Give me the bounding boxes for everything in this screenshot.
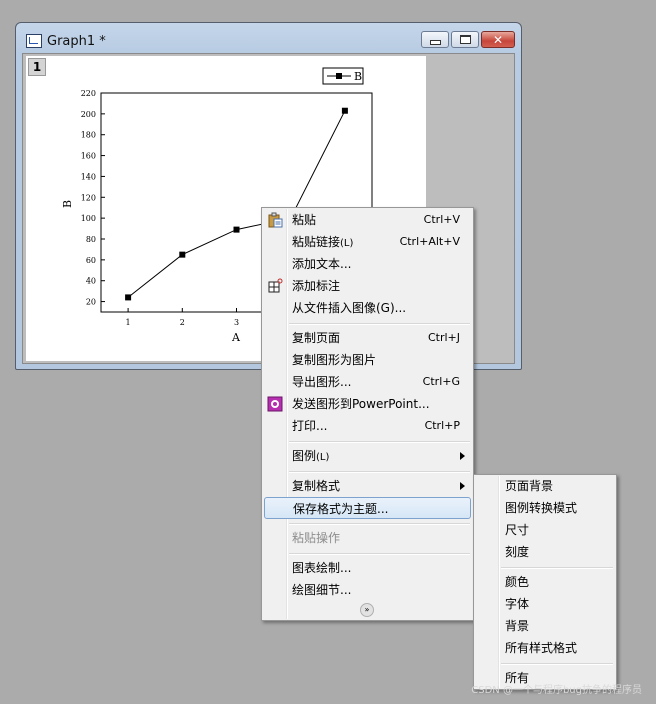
x-tick-label: 1 — [126, 318, 131, 327]
menu-separator — [289, 441, 470, 443]
submenu-item-all-style-formats[interactable]: 所有样式格式 — [476, 637, 614, 659]
maximize-icon — [459, 35, 471, 44]
menu-item-copy-format[interactable]: 复制格式 — [264, 475, 471, 497]
menu-item-add-text[interactable]: 添加文本... — [264, 253, 471, 275]
y-tick-label: 60 — [86, 256, 96, 265]
menu-separator — [289, 553, 470, 555]
menu-item-save-format-as-theme[interactable]: 保存格式为主题... — [264, 497, 471, 519]
legend[interactable]: B — [322, 67, 364, 85]
submenu-arrow-icon — [460, 452, 465, 460]
menu-item-plot-setup[interactable]: 图表绘制... — [264, 557, 471, 579]
submenu-item-scale[interactable]: 刻度 — [476, 541, 614, 563]
expand-more-icon[interactable]: » — [360, 603, 374, 617]
y-tick-label: 80 — [86, 235, 96, 244]
paste-icon — [268, 212, 283, 228]
graph-window-icon[interactable] — [26, 34, 42, 48]
layer-tab[interactable]: 1 — [28, 58, 46, 76]
context-menu: 粘贴 Ctrl+V 粘贴链接(L) Ctrl+Alt+V 添加文本... 添加标… — [261, 207, 474, 621]
menu-item-plot-details[interactable]: 绘图细节... — [264, 579, 471, 601]
minimize-button[interactable] — [421, 31, 449, 48]
submenu-arrow-icon — [460, 482, 465, 490]
y-tick-label: 220 — [81, 89, 96, 98]
menu-item-paste[interactable]: 粘贴 Ctrl+V — [264, 209, 471, 231]
y-tick-label: 160 — [81, 152, 96, 161]
window-title: Graph1 * — [47, 33, 106, 49]
submenu-item-size[interactable]: 尺寸 — [476, 519, 614, 541]
menu-item-export-graph[interactable]: 导出图形... Ctrl+G — [264, 371, 471, 393]
window-controls: ✕ — [419, 31, 515, 48]
menu-item-print[interactable]: 打印... Ctrl+P — [264, 415, 471, 437]
close-icon: ✕ — [492, 32, 504, 47]
menu-separator — [289, 323, 470, 325]
menu-item-legend[interactable]: 图例(L) — [264, 445, 471, 467]
submenu-item-background[interactable]: 背景 — [476, 615, 614, 637]
menu-item-copy-as-picture[interactable]: 复制图形为图片 — [264, 349, 471, 371]
y-tick-label: 20 — [86, 298, 96, 307]
menu-item-add-annotation[interactable]: 添加标注 — [264, 275, 471, 297]
watermark: CSDN @一个与程序bug抗争的程序员 — [471, 685, 642, 696]
submenu-item-color[interactable]: 颜色 — [476, 571, 614, 593]
menu-separator — [289, 471, 470, 473]
menu-item-send-to-powerpoint[interactable]: 发送图形到PowerPoint... — [264, 393, 471, 415]
submenu-item-legend-mode[interactable]: 图例转换模式 — [476, 497, 614, 519]
menu-separator — [501, 663, 613, 665]
close-button[interactable]: ✕ — [481, 31, 515, 48]
y-tick-label: 40 — [86, 277, 96, 286]
data-point[interactable] — [233, 226, 240, 233]
menu-item-insert-image[interactable]: 从文件插入图像(G)... — [264, 297, 471, 319]
legend-marker — [336, 73, 342, 79]
window-title-bar[interactable]: Graph1 * — [26, 32, 106, 50]
y-axis-label: B — [61, 200, 74, 208]
legend-label: B — [354, 70, 362, 83]
menu-separator — [501, 567, 613, 569]
x-axis-label: A — [231, 331, 241, 344]
data-point[interactable] — [125, 294, 132, 301]
powerpoint-icon — [267, 396, 283, 412]
data-point[interactable] — [341, 107, 348, 114]
menu-item-duplicate-page[interactable]: 复制页面 Ctrl+J — [264, 327, 471, 349]
menu-separator — [289, 523, 470, 525]
y-tick-label: 180 — [81, 131, 96, 140]
y-tick-label: 140 — [81, 172, 96, 181]
data-point[interactable] — [179, 251, 186, 258]
minimize-icon — [429, 39, 441, 45]
y-tick-label: 120 — [81, 193, 96, 202]
x-tick-label: 3 — [234, 318, 239, 327]
maximize-button[interactable] — [451, 31, 479, 48]
submenu-item-font[interactable]: 字体 — [476, 593, 614, 615]
menu-item-paste-operations[interactable]: 粘贴操作 — [264, 527, 471, 549]
submenu-item-page-background[interactable]: 页面背景 — [476, 475, 614, 497]
annotation-icon — [268, 278, 283, 293]
copy-format-submenu: 页面背景 图例转换模式 尺寸 刻度 颜色 字体 背景 所有样式格式 所有 — [473, 474, 617, 690]
x-tick-label: 2 — [180, 318, 185, 327]
y-tick-label: 200 — [81, 110, 96, 119]
menu-item-paste-link[interactable]: 粘贴链接(L) Ctrl+Alt+V — [264, 231, 471, 253]
y-tick-label: 100 — [81, 214, 96, 223]
